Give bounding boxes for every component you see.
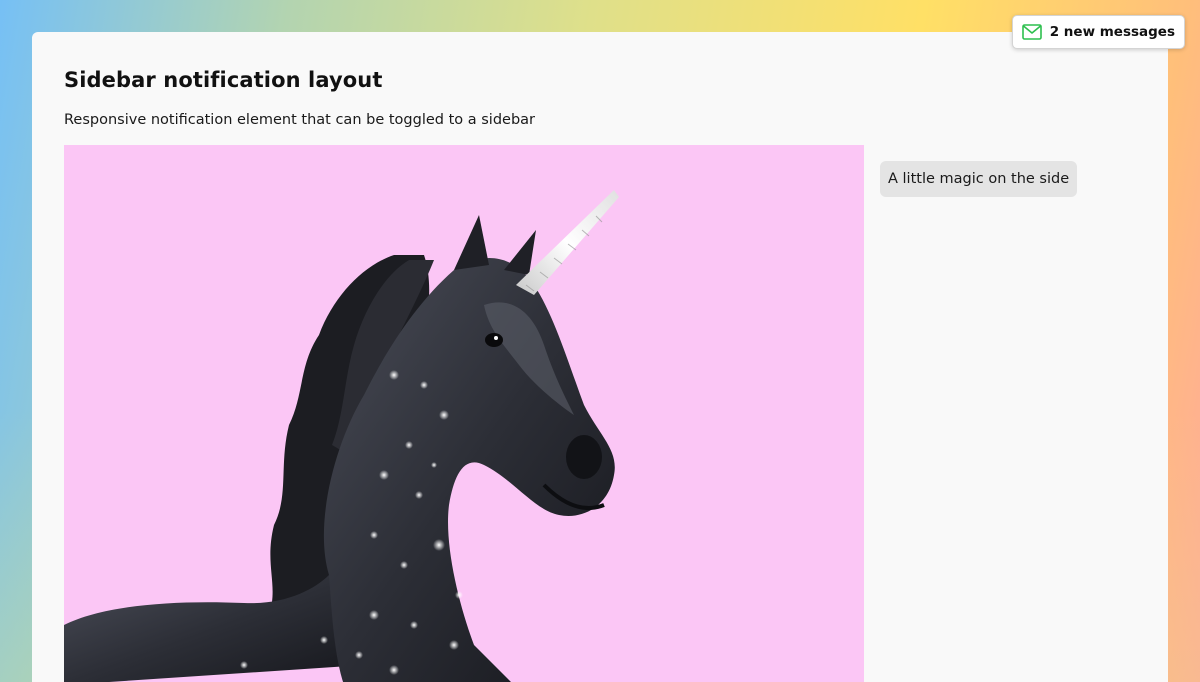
unicorn-illustration <box>64 190 619 682</box>
envelope-icon <box>1021 24 1042 40</box>
notification-label: 2 new messages <box>1049 24 1175 40</box>
page-title: Sidebar notification layout <box>64 68 383 92</box>
main-content: A little magic on the side <box>64 145 1136 682</box>
new-messages-notification[interactable]: 2 new messages <box>1011 15 1185 49</box>
page-subtitle: Responsive notification element that can… <box>64 112 536 128</box>
sidebar-note: A little magic on the side <box>880 161 1078 197</box>
hero-image <box>64 145 864 682</box>
content-card: Sidebar notification layout Responsive n… <box>32 32 1168 682</box>
